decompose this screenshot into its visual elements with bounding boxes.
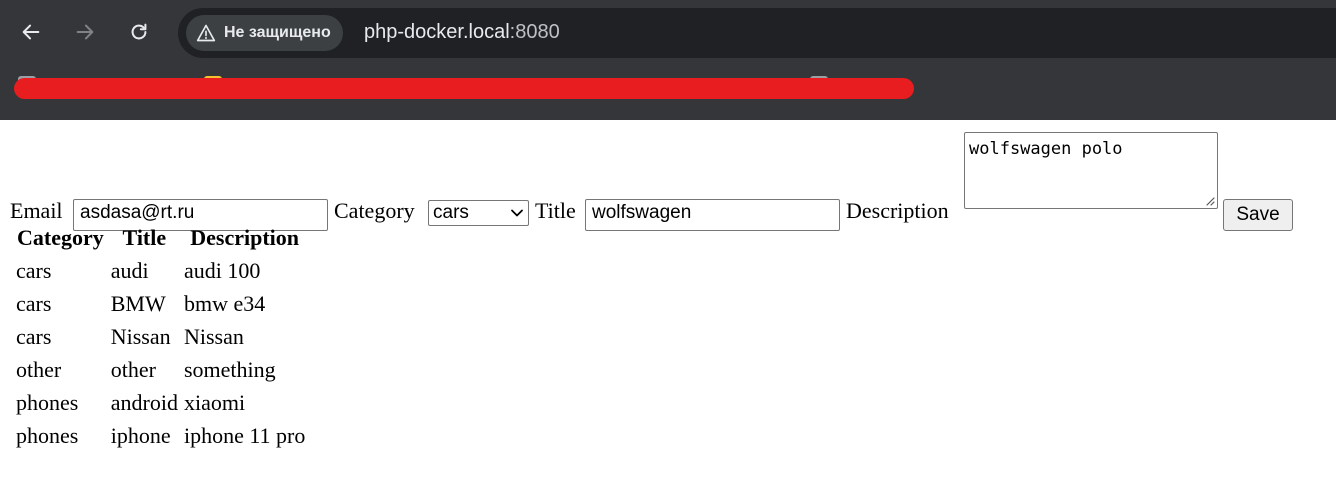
items-table: Category Title Description cars audi aud…	[11, 220, 310, 453]
warning-icon	[196, 24, 216, 42]
cell-category: phones	[16, 422, 79, 448]
description-label: Description	[846, 198, 949, 223]
category-selected-value: cars	[433, 202, 469, 223]
browser-toolbar: Не защищено php-docker.local:8080	[0, 0, 1336, 66]
url-port: :8080	[509, 21, 560, 43]
title-label: Title	[535, 198, 576, 223]
cell-description: audi 100	[183, 257, 261, 283]
cell-title: BMW	[110, 290, 166, 316]
url-text[interactable]: php-docker.local:8080	[364, 21, 560, 44]
back-button[interactable]	[13, 14, 49, 50]
column-header-description: Description	[190, 224, 300, 250]
resize-grip-icon[interactable]	[1205, 196, 1215, 206]
table-row: other other something	[15, 354, 306, 385]
address-bar[interactable]: Не защищено php-docker.local:8080	[178, 8, 1336, 58]
cell-description: something	[183, 356, 276, 382]
reload-icon	[131, 23, 147, 40]
chevron-down-icon	[511, 209, 523, 217]
security-chip[interactable]: Не защищено	[186, 15, 343, 51]
table-row: cars Nissan Nissan	[15, 321, 306, 352]
cell-category: cars	[16, 290, 52, 316]
table-row: cars BMW bmw e34	[15, 288, 306, 319]
column-header-title: Title	[122, 224, 167, 250]
title-field[interactable]: wolfswagen	[585, 199, 840, 231]
browser-chrome: Не защищено php-docker.local:8080	[0, 0, 1336, 120]
forward-button[interactable]	[67, 14, 103, 50]
category-select[interactable]: cars	[428, 200, 529, 226]
table-row: cars audi audi 100	[15, 255, 306, 286]
table-row: phones android xiaomi	[15, 387, 306, 418]
cell-title: android	[110, 389, 178, 415]
cell-category: cars	[16, 257, 52, 283]
description-textarea[interactable]: wolfswagen polo	[964, 132, 1218, 209]
cell-category: cars	[16, 323, 52, 349]
arrow-right-icon	[76, 24, 94, 40]
reload-button[interactable]	[121, 14, 157, 50]
cell-category: other	[16, 356, 62, 382]
cell-title: other	[110, 356, 156, 382]
category-label: Category	[334, 198, 415, 223]
arrow-left-icon	[22, 24, 40, 40]
column-header-category: Category	[17, 224, 104, 250]
table-header-row: Category Title Description	[15, 222, 306, 253]
cell-description: iphone 11 pro	[183, 422, 306, 448]
cell-description: Nissan	[183, 323, 244, 349]
cell-title: audi	[110, 257, 149, 283]
bookmarks-bar	[0, 66, 1336, 120]
cell-title: iphone	[110, 422, 171, 448]
page-content: Email asdasa@rt.ru Category cars Title w…	[0, 120, 1336, 480]
url-host: php-docker.local	[364, 21, 510, 43]
cell-category: phones	[16, 389, 79, 415]
cell-title: Nissan	[110, 323, 171, 349]
security-label: Не защищено	[224, 24, 331, 41]
table-row: phones iphone iphone 11 pro	[15, 420, 306, 451]
cell-description: bmw e34	[183, 290, 266, 316]
cell-description: xiaomi	[183, 389, 246, 415]
redaction-bar	[14, 78, 914, 99]
save-button[interactable]: Save	[1223, 199, 1293, 231]
